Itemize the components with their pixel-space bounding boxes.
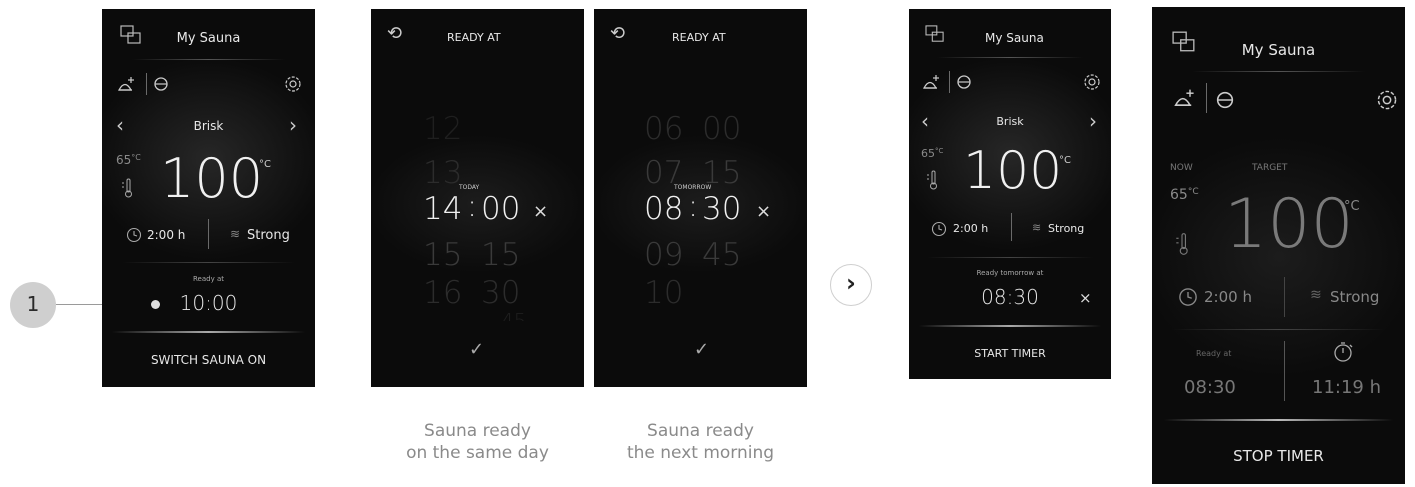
colon: : — [467, 189, 478, 224]
caption-next-morning: Sauna ready the next morning — [626, 421, 775, 463]
target-unit: °C — [1059, 155, 1071, 166]
app-title: My Sauna — [1241, 41, 1316, 59]
selected-minute[interactable]: 00 — [481, 191, 520, 227]
clock-icon — [126, 227, 142, 243]
remaining-time: 11:19 h — [1312, 377, 1382, 398]
clear-icon[interactable]: × — [756, 201, 771, 222]
minute-item[interactable]: 00 — [702, 111, 741, 147]
mode-next-icon[interactable]: › — [1089, 109, 1097, 133]
confirm-icon[interactable]: ✓ — [694, 339, 709, 360]
light-add-icon[interactable] — [116, 75, 136, 93]
thermometer-icon — [1174, 231, 1190, 257]
next-button[interactable]: › — [830, 264, 872, 306]
screen-title: READY AT — [447, 31, 501, 44]
target-temp[interactable]: 100 — [160, 147, 263, 210]
duration-value: 2:00 h — [1204, 288, 1252, 306]
settings-icon[interactable] — [284, 75, 302, 93]
current-temp: 65°C — [116, 153, 141, 167]
clear-icon[interactable]: × — [533, 201, 548, 222]
ready-label: Ready at — [1196, 349, 1232, 358]
intensity-value: Strong — [1330, 288, 1380, 306]
settings-icon[interactable] — [1083, 73, 1101, 91]
ready-time[interactable]: 10:00 — [102, 291, 315, 315]
light-add-icon[interactable] — [1172, 87, 1196, 109]
hour-item[interactable]: 10 — [644, 275, 683, 311]
screen-timer-setup: My Sauna ‹ Brisk › 65°C 100 °C 2:00 h ≋ … — [909, 9, 1111, 379]
ready-time: 08:30 — [1184, 377, 1236, 398]
start-timer-button[interactable]: START TIMER — [909, 347, 1111, 360]
selected-hour[interactable]: 08 — [644, 191, 683, 227]
screen-ready-today: ⟲ READY AT 12 13 TODAY 14 : 00 × 15 15 1… — [371, 9, 584, 387]
ready-label: Ready tomorrow at — [976, 269, 1044, 277]
target-temp[interactable]: 100 — [963, 141, 1062, 201]
light-add-icon[interactable] — [921, 73, 941, 91]
callout-dot — [151, 300, 160, 309]
screen-main: My Sauna ‹ Brisk › 65°C 100 °C 2:00 h ≋ … — [102, 9, 315, 387]
mode-label: Brisk — [996, 115, 1024, 128]
screen-title: READY AT — [672, 31, 726, 44]
duration-value[interactable]: 2:00 h — [147, 228, 185, 242]
now-label: NOW — [1170, 163, 1193, 173]
target-temp[interactable]: 100 — [1224, 185, 1354, 264]
duration-value[interactable]: 2:00 h — [953, 222, 988, 235]
clock-icon — [1178, 287, 1198, 307]
callout-number: 1 — [26, 292, 40, 316]
target-unit: °C — [1344, 199, 1360, 214]
confirm-icon[interactable]: ✓ — [469, 339, 484, 360]
thermometer-icon — [925, 169, 939, 191]
minute-item[interactable]: 45 — [501, 309, 526, 321]
screen-timer-running: My Sauna NOW TARGET 65°C 100 °C 2:00 h ≋… — [1152, 7, 1405, 484]
colon: : — [688, 189, 699, 224]
caption-same-day: Sauna ready on the same day — [406, 421, 549, 463]
settings-icon[interactable] — [1376, 89, 1398, 111]
heat-icon: ≋ — [1032, 221, 1042, 234]
rooms-icon[interactable] — [925, 25, 945, 43]
ready-label: Ready at — [193, 275, 224, 283]
app-title: My Sauna — [985, 31, 1044, 45]
clock-icon — [931, 221, 947, 237]
hour-item[interactable]: 12 — [423, 111, 462, 147]
minute-item[interactable]: 15 — [481, 237, 520, 273]
fan-icon[interactable] — [955, 73, 973, 91]
fan-icon[interactable] — [152, 75, 170, 93]
mode-label: Brisk — [193, 119, 224, 133]
screen-ready-tomorrow: ⟲ READY AT 06 00 07 15 TOMORROW 08 : 30 … — [594, 9, 807, 387]
hour-item[interactable]: 16 — [423, 275, 462, 311]
current-temp: 65°C — [921, 147, 944, 160]
mode-next-icon[interactable]: › — [289, 113, 297, 137]
hour-item[interactable]: 09 — [644, 237, 683, 273]
app-title: My Sauna — [176, 31, 241, 46]
target-unit: °C — [259, 159, 271, 170]
current-temp: 65°C — [1170, 187, 1199, 203]
heat-icon: ≋ — [1310, 287, 1322, 303]
clear-icon[interactable]: × — [1079, 289, 1092, 307]
switch-on-button[interactable]: SWITCH SAUNA ON — [102, 353, 315, 367]
selected-hour[interactable]: 14 — [423, 191, 462, 227]
heat-icon: ≋ — [230, 227, 241, 241]
back-icon[interactable]: ⟲ — [387, 23, 402, 44]
intensity-value[interactable]: Strong — [1048, 222, 1084, 235]
chevron-right-icon: › — [846, 269, 856, 297]
back-icon[interactable]: ⟲ — [610, 23, 625, 44]
timer-icon — [1332, 341, 1354, 363]
minute-item[interactable]: 30 — [481, 275, 520, 311]
hour-item[interactable]: 13 — [423, 155, 462, 191]
hour-item[interactable]: 15 — [423, 237, 462, 273]
selected-minute[interactable]: 30 — [702, 191, 741, 227]
intensity-value[interactable]: Strong — [247, 228, 290, 243]
minute-item[interactable]: 45 — [702, 237, 741, 273]
stop-timer-button[interactable]: STOP TIMER — [1152, 447, 1405, 465]
hour-item[interactable]: 06 — [644, 111, 683, 147]
fan-icon[interactable] — [1214, 89, 1236, 111]
thermometer-icon — [120, 177, 134, 199]
target-label: TARGET — [1252, 163, 1288, 173]
